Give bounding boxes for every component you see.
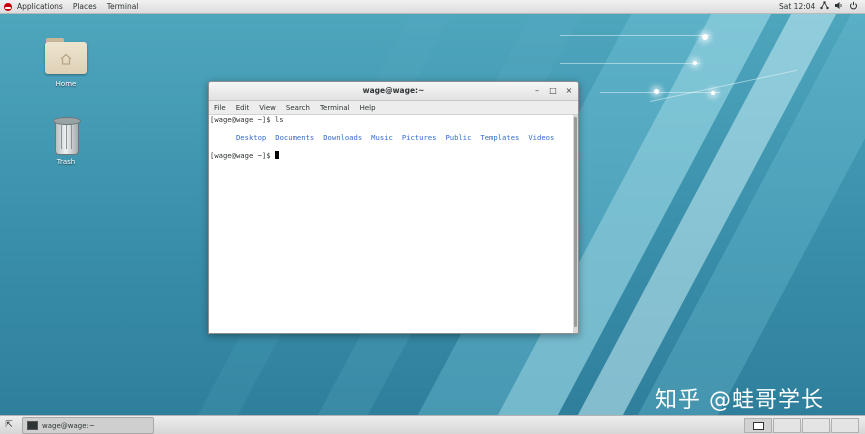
bottom-panel: ⇱ wage@wage:~ xyxy=(0,415,865,434)
trash-label: Trash xyxy=(56,158,76,166)
terminal-window[interactable]: wage@wage:~ – □ × File Edit View Search … xyxy=(208,81,579,334)
ls-entry: Downloads xyxy=(323,133,363,142)
ls-entry: Desktop xyxy=(235,133,267,142)
watermark-text: 知乎 @蛙哥学长 xyxy=(655,388,824,413)
menu-view[interactable]: View xyxy=(254,104,281,112)
window-title: wage@wage:~ xyxy=(362,86,425,95)
ls-output-line: Desktop Documents Downloads Music Pictures Pu… xyxy=(209,124,572,151)
prompt-line: [wage@wage ~]$ xyxy=(209,151,572,160)
terminal-app-menu[interactable]: Terminal xyxy=(102,2,144,11)
window-titlebar[interactable]: wage@wage:~ – □ × xyxy=(209,82,578,101)
top-panel: Applications Places Terminal Sat 12:04 xyxy=(0,0,865,14)
terminal-output[interactable]: [wage@wage ~]$ ls Desktop Documents Downlo… xyxy=(209,115,572,333)
workspace-2[interactable] xyxy=(773,418,801,433)
power-icon[interactable] xyxy=(849,1,858,12)
minimize-button[interactable]: – xyxy=(531,85,543,97)
ls-entry: Public xyxy=(445,133,472,142)
menu-file[interactable]: File xyxy=(209,104,231,112)
menu-terminal[interactable]: Terminal xyxy=(315,104,355,112)
show-desktop-icon[interactable]: ⇱ xyxy=(3,419,15,431)
ls-entry: Pictures xyxy=(401,133,437,142)
trash-icon xyxy=(51,115,81,155)
workspace-4[interactable] xyxy=(831,418,859,433)
taskbar-window-button[interactable]: wage@wage:~ xyxy=(22,417,154,434)
ls-entry: Templates xyxy=(480,133,520,142)
desktop-icon-home[interactable]: Home xyxy=(42,36,90,88)
terminal-icon xyxy=(27,421,38,430)
ls-entry: Documents xyxy=(275,133,315,142)
scrollbar-thumb[interactable] xyxy=(574,117,577,327)
menu-help[interactable]: Help xyxy=(355,104,381,112)
maximize-button[interactable]: □ xyxy=(547,85,559,97)
taskbar-window-label: wage@wage:~ xyxy=(42,421,95,430)
menu-edit[interactable]: Edit xyxy=(231,104,255,112)
close-button[interactable]: × xyxy=(563,85,575,97)
desktop-icon-trash[interactable]: Trash xyxy=(42,115,90,166)
ls-entry: Music xyxy=(371,133,393,142)
volume-icon[interactable] xyxy=(834,1,843,12)
ls-entry: Videos xyxy=(528,133,555,142)
terminal-menubar: File Edit View Search Terminal Help xyxy=(209,101,578,115)
network-icon[interactable] xyxy=(820,1,829,12)
workspace-3[interactable] xyxy=(802,418,830,433)
places-menu[interactable]: Places xyxy=(68,2,102,11)
prompt-text: [wage@wage ~]$ xyxy=(210,151,275,160)
clock[interactable]: Sat 12:04 xyxy=(779,2,815,11)
terminal-line: [wage@wage ~]$ ls xyxy=(210,115,284,124)
terminal-scrollbar[interactable] xyxy=(573,115,578,333)
applications-menu[interactable]: Applications xyxy=(12,2,68,11)
workspace-1[interactable] xyxy=(744,418,772,433)
home-label: Home xyxy=(55,80,77,88)
menu-search[interactable]: Search xyxy=(281,104,315,112)
home-folder-icon xyxy=(45,36,87,74)
text-cursor xyxy=(274,151,279,159)
redhat-logo-icon xyxy=(4,2,12,11)
